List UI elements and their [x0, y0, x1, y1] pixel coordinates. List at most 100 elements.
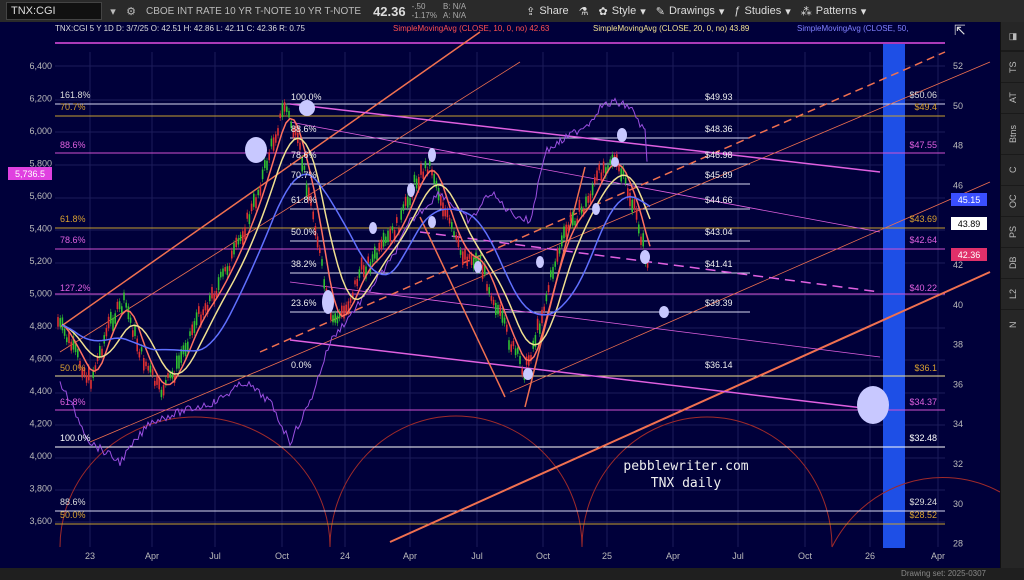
studies-button[interactable]: ƒ Studies ▾: [734, 5, 790, 18]
fib-left-label: 70.7%: [60, 102, 86, 112]
candle-body: [609, 159, 611, 164]
right-axis-tick: 48: [953, 141, 963, 151]
price-chart[interactable]: 6,400 6,200 6,000 5,800 5,600 5,400 5,200 5,000…: [0, 22, 1000, 568]
candle-body: [116, 301, 119, 310]
candle-body: [387, 230, 389, 242]
candle-body: [424, 161, 427, 169]
candle-body: [224, 267, 226, 272]
candle-body: [396, 217, 398, 223]
symbol-input[interactable]: TNX:CGI: [6, 2, 102, 20]
time-axis-tick: Oct: [536, 551, 551, 561]
candle-body: [602, 161, 605, 173]
candle-body: [248, 214, 251, 225]
candle-body: [90, 380, 92, 389]
gear-icon[interactable]: ⚙: [124, 4, 138, 18]
candle-body: [550, 270, 552, 278]
candle-body: [446, 209, 449, 218]
candle-body: [464, 249, 466, 260]
candle-body: [178, 355, 180, 369]
sidebar-item-l2[interactable]: L2: [1001, 278, 1024, 309]
dropdown-icon[interactable]: ▾: [106, 4, 120, 18]
candle-body: [629, 192, 631, 207]
candle-body: [70, 341, 72, 351]
chevron-down-icon: ▾: [718, 5, 725, 18]
chevron-down-icon: ▾: [640, 5, 646, 18]
candle-body: [121, 306, 123, 313]
sidebar-item-oc[interactable]: OC: [1001, 185, 1024, 216]
flask-icon[interactable]: ⚗: [579, 5, 589, 18]
candle-body: [435, 180, 438, 188]
left-axis-tick: 5,200: [29, 256, 52, 266]
candle-body: [127, 306, 130, 320]
candle-body: [169, 373, 171, 378]
candle-body: [587, 195, 589, 203]
candle-body: [136, 338, 138, 352]
candle-body: [514, 348, 517, 356]
sidebar-item-db[interactable]: DB: [1001, 247, 1024, 278]
candle-body: [195, 312, 198, 326]
fib-mid-value: $44.66: [705, 195, 733, 205]
style-button[interactable]: ✿ Style ▾: [599, 5, 646, 18]
share-button[interactable]: ⇪ Share: [526, 5, 569, 18]
candle-body: [237, 238, 240, 245]
candle-body: [259, 185, 262, 196]
candle-body: [215, 290, 218, 297]
candle-body: [198, 306, 200, 314]
candle-body: [554, 261, 556, 267]
patterns-button[interactable]: ⁂ Patterns ▾: [801, 5, 867, 18]
right-axis-tick: 52: [953, 61, 963, 71]
candle-body: [272, 137, 275, 151]
candle-body: [448, 217, 451, 224]
chart-canvas[interactable]: 6,4006,2006,0005,8005,6005,4005,2005,000…: [0, 22, 1000, 568]
candle-body: [323, 279, 325, 289]
time-band: [883, 44, 905, 548]
left-price-tag: 5,736.5: [15, 169, 45, 179]
drawings-button[interactable]: ✎ Drawings ▾: [656, 5, 725, 18]
candle-body: [193, 321, 196, 333]
candle-body: [567, 224, 570, 232]
candle-body: [380, 239, 383, 249]
sidebar-item-btns[interactable]: Btns: [1001, 113, 1024, 154]
time-axis-tick: 24: [340, 551, 350, 561]
candle-body: [184, 342, 187, 357]
candle-body: [334, 313, 336, 323]
sidebar-item-ps[interactable]: PS: [1001, 216, 1024, 247]
candle-body: [382, 232, 385, 247]
sidebar-item-c[interactable]: C: [1001, 154, 1024, 185]
candle-body: [145, 361, 147, 367]
fib-right-value: $32.48: [909, 433, 937, 443]
candle-body: [261, 169, 264, 180]
chevron-down-icon: ▾: [860, 5, 867, 18]
fib-left-label: 50.0%: [60, 363, 86, 373]
candle-body: [481, 264, 484, 279]
candle-body: [517, 347, 519, 354]
fib-left-label: 100.0%: [60, 433, 91, 443]
sidebar-item-at[interactable]: AT: [1001, 82, 1024, 113]
left-axis-tick: 4,400: [29, 386, 52, 396]
candle-body: [457, 237, 460, 248]
sidebar-expand-icon[interactable]: ◨: [1001, 22, 1024, 51]
fib-right-value: $43.69: [909, 214, 937, 224]
candle-body: [374, 246, 376, 259]
candle-body: [539, 323, 541, 334]
candle-body: [349, 297, 352, 303]
fib-mid-value: $49.93: [705, 92, 733, 102]
candle-body: [59, 318, 61, 327]
candle-body: [336, 315, 339, 324]
candle-body: [486, 284, 488, 291]
fib-right-value: $40.22: [909, 283, 937, 293]
candle-body: [552, 267, 554, 279]
candle-body: [407, 196, 409, 208]
candle-body: [189, 331, 191, 337]
sidebar-item-ts[interactable]: TS: [1001, 51, 1024, 82]
collapse-icon[interactable]: ⇱: [954, 22, 966, 39]
fib-mid-label: 61.8%: [291, 195, 317, 205]
fib-mid-value: $45.89: [705, 170, 733, 180]
candle-body: [299, 142, 301, 150]
fib-left-label: 127.2%: [60, 283, 91, 293]
sidebar-item-n[interactable]: N: [1001, 309, 1024, 340]
right-axis-tick: 42: [953, 260, 963, 270]
candle-body: [591, 184, 594, 196]
fib-left-label: 88.6%: [60, 140, 86, 150]
candle-body: [510, 344, 512, 352]
